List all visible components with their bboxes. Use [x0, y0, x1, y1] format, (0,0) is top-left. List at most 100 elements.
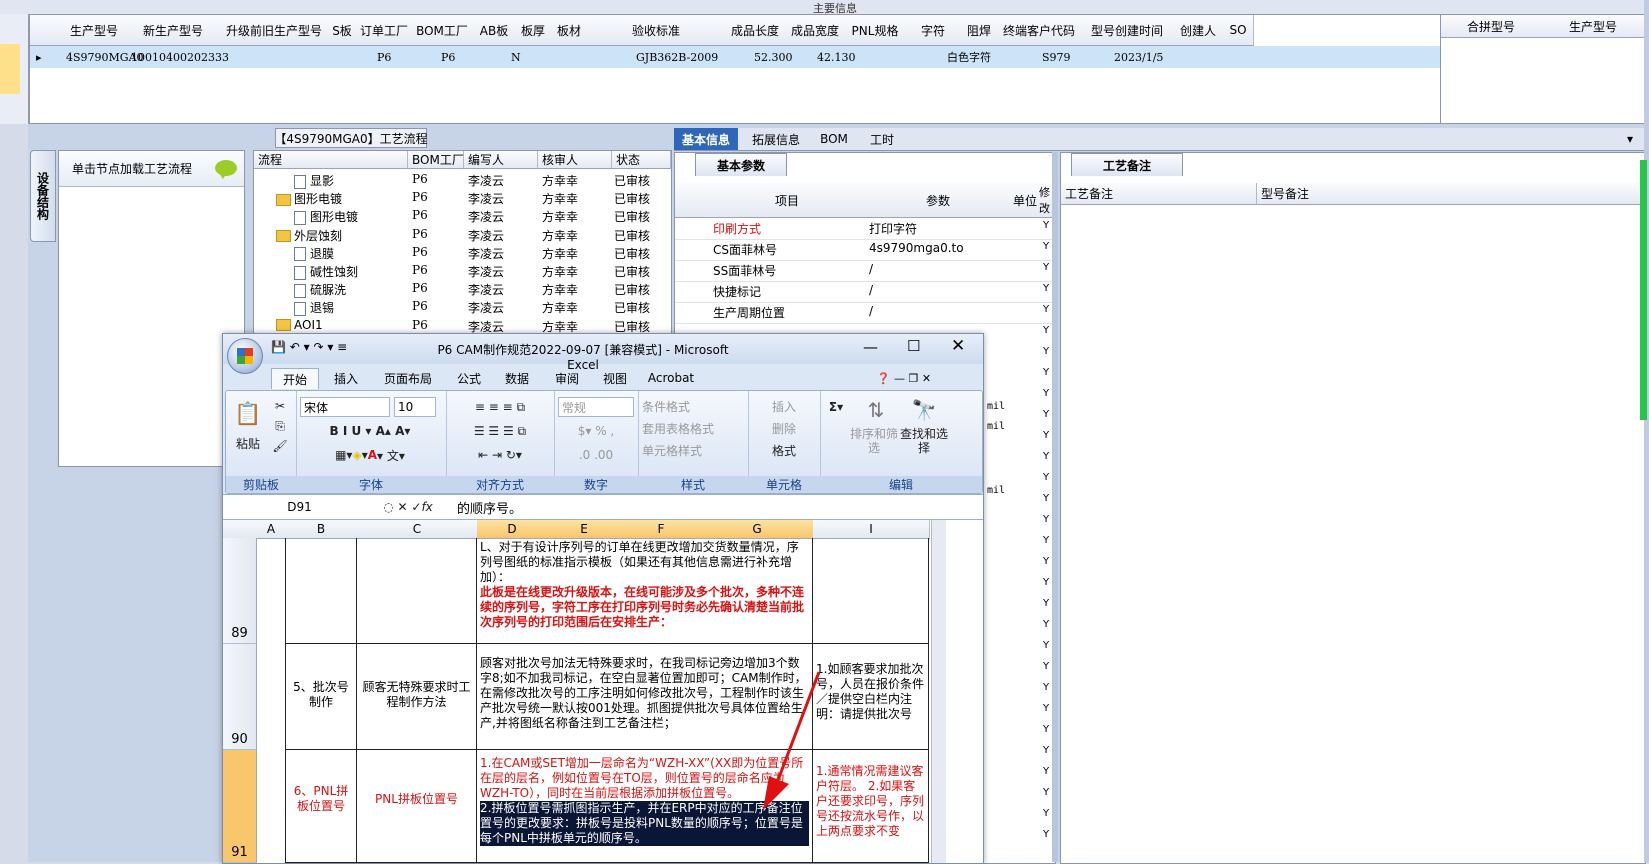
basic-header[interactable]: 单位 [1011, 183, 1040, 218]
cell-char[interactable]: 白色字符 [947, 46, 991, 68]
grid-header[interactable]: 生产型号 [63, 15, 126, 46]
tree-row[interactable]: 外层蚀刻 P6 李凌云 方幸幸 已审核 [254, 225, 671, 244]
cell-standard[interactable]: GJB362B-2009 [636, 46, 718, 68]
grid-header[interactable]: 升级前旧生产型号 [221, 15, 328, 46]
tree-row[interactable]: 图形电镀 P6 李凌云 方幸幸 已审核 [254, 188, 671, 207]
cell-new-model[interactable]: 10010400202333 [131, 46, 229, 68]
grid-header[interactable]: AB板 [473, 15, 516, 46]
merge-grid[interactable]: 合拼型号 生产型号 [1440, 14, 1646, 124]
ribbon-tab-insert[interactable]: 插入 [323, 368, 369, 388]
main-info-grid[interactable]: 生产型号 新生产型号 升级前旧生产型号 S板 订单工厂 BOM工厂 AB板 板厚… [29, 14, 1441, 124]
tree-header[interactable]: 流程 [254, 151, 408, 169]
grid-header[interactable]: 成品宽度 [785, 15, 846, 46]
font-style-buttons[interactable]: B I U ▾ A▴ A▾ [300, 421, 440, 441]
cell-width[interactable]: 42.130 [817, 46, 856, 68]
tree-header[interactable]: 状态 [612, 151, 671, 169]
tree-node-label[interactable]: AOI1 [276, 318, 323, 332]
cell-bom-factory[interactable]: P6 [441, 46, 455, 68]
sort-filter-icon[interactable]: ⇅ [856, 397, 896, 423]
cell-ab[interactable]: N [511, 46, 521, 68]
param-value[interactable]: / [869, 304, 873, 318]
formula-input[interactable]: 的顺序号。 [457, 498, 522, 517]
cell-style-button[interactable]: 单元格样式 [642, 441, 742, 459]
sort-filter-button[interactable]: 排序和筛选 [850, 425, 898, 457]
param-row[interactable]: SS面菲林号 / Y [675, 259, 1055, 282]
tree-header[interactable]: 编写人 [464, 151, 538, 169]
find-icon[interactable]: 🔭 [904, 397, 944, 423]
grid-header[interactable]: 阻焊 [961, 15, 998, 46]
formula-buttons-icon[interactable]: ◌ ✕ ✓ fx [373, 497, 443, 517]
tree-node-label[interactable]: 显影 [294, 172, 334, 189]
copy-icon[interactable]: ⎘ [270, 417, 290, 435]
excel-window[interactable]: 💾 ↶ ▾ ↷ ▾ ≡ P6 CAM制作规范2022-09-07 [兼容模式] … [222, 333, 984, 864]
tree-row[interactable]: 图形电镀 P6 李凌云 方幸幸 已审核 [254, 206, 671, 225]
tree-node-label[interactable]: 图形电镀 [276, 190, 342, 207]
format-painter-icon[interactable]: 🖌 [270, 437, 290, 455]
tab-basic-params[interactable]: 基本参数 [695, 153, 787, 176]
grid-header[interactable]: 板材 [551, 15, 588, 46]
grid-header[interactable]: 字符 [905, 15, 962, 46]
font-name-select[interactable]: 宋体 [300, 397, 390, 417]
tree-node-label[interactable]: 图形电镀 [294, 208, 358, 225]
format-button[interactable]: 格式 [752, 441, 816, 459]
basic-header[interactable]: 参数 [865, 183, 1012, 218]
minimize-icon[interactable]: — [863, 338, 878, 356]
tree-header[interactable]: BOM工厂 [408, 151, 464, 169]
cell-customer[interactable]: S979 [1042, 46, 1071, 68]
tab-basic-info[interactable]: 基本信息 [674, 128, 738, 150]
panel-splitter[interactable] [1052, 152, 1058, 862]
tree-row[interactable]: 显影 P6 李凌云 方幸幸 已审核 [254, 170, 671, 189]
param-value[interactable]: / [869, 262, 873, 276]
border-fill-color-icon[interactable]: ▦▾ ◈ ▾ A ▾ 文▾ [300, 445, 440, 465]
side-tab-equipment[interactable]: 设备结构 [30, 150, 56, 242]
tree-header[interactable]: 核审人 [538, 151, 612, 169]
ribbon-tab-view[interactable]: 视图 [593, 368, 637, 388]
tab-extended-info[interactable]: 拓展信息 [744, 128, 808, 150]
font-size-select[interactable]: 10 [394, 397, 436, 417]
grid-header[interactable]: 订单工厂 [357, 15, 412, 46]
ribbon-tab-acrobat[interactable]: Acrobat [641, 368, 701, 388]
tree-row[interactable]: 退锡 P6 李凌云 方幸幸 已审核 [254, 297, 671, 316]
close-icon[interactable]: ✕ [951, 336, 965, 356]
param-value[interactable]: / [869, 283, 873, 297]
param-value[interactable]: 4s9790mga0.to [869, 241, 964, 255]
grid-header[interactable]: 创建人 [1173, 15, 1224, 46]
paste-button[interactable]: 粘贴 [232, 435, 264, 451]
number-format-select[interactable]: 常规 [558, 397, 634, 417]
ribbon-tab-home[interactable]: 开始 [271, 368, 319, 389]
percent-icon[interactable]: $▾ % , [558, 421, 634, 441]
grid-header[interactable]: BOM工厂 [411, 15, 474, 46]
help-icon[interactable]: ❓ — ❐ ✕ [859, 368, 949, 388]
tree-row[interactable]: 退膜 P6 李凌云 方幸幸 已审核 [254, 243, 671, 262]
grid-header[interactable]: PNL规格 [845, 15, 906, 46]
basic-header[interactable]: 项目 [709, 183, 866, 218]
merge-header[interactable]: 合拼型号 [1441, 15, 1542, 38]
cut-icon[interactable]: ✂ [270, 397, 290, 415]
grid-header[interactable]: 型号创建时间 [1081, 15, 1174, 46]
param-row[interactable]: 生产周期位置 / Y [675, 301, 1055, 324]
decimal-icon[interactable]: .0 .00 [558, 445, 634, 465]
tree-row[interactable]: 硫脲洗 P6 李凌云 方幸幸 已审核 [254, 279, 671, 298]
grid-header[interactable]: 成品长度 [725, 15, 786, 46]
name-box[interactable]: D91 [225, 497, 371, 517]
tree-row[interactable]: AOI1 P6 李凌云 方幸幸 已审核 [254, 316, 671, 335]
tab-process-remark[interactable]: 工艺备注 [1071, 153, 1183, 176]
vertical-align-icon[interactable]: ≡ ≡ ≡ ⧉ [450, 397, 550, 417]
grid-header[interactable]: 新生产型号 [125, 15, 222, 46]
delete-button[interactable]: 删除 [752, 419, 816, 437]
cell-length[interactable]: 52.300 [754, 46, 793, 68]
conditional-format-button[interactable]: 条件格式 [642, 397, 742, 415]
sum-icon[interactable]: Σ▾ [824, 397, 848, 417]
worksheet[interactable]: A B C D E F G I 89 90 91 L、对于有设计序列号的订单在线… [223, 520, 983, 863]
cell-order-factory[interactable]: P6 [377, 46, 391, 68]
grid-header[interactable]: 验收标准 [587, 15, 726, 46]
tree-node-label[interactable]: 碱性蚀刻 [294, 263, 358, 280]
param-row[interactable]: 快捷标记 / Y [675, 280, 1055, 303]
prod-header[interactable]: 生产型号 [1541, 15, 1646, 38]
indent-icon[interactable]: ⇤ ⇥ ↻▾ [450, 445, 550, 465]
remark-header[interactable]: 工艺备注 [1061, 183, 1257, 205]
tab-bom[interactable]: BOM [814, 128, 854, 150]
ribbon-tab-data[interactable]: 数据 [495, 368, 539, 388]
process-tree[interactable]: 流程 BOM工厂 编写人 核审人 状态 显影 P6 李凌云 方幸幸 已审核 图形电镀 P6 李… [253, 150, 672, 337]
grid-header[interactable]: 板厚 [515, 15, 552, 46]
